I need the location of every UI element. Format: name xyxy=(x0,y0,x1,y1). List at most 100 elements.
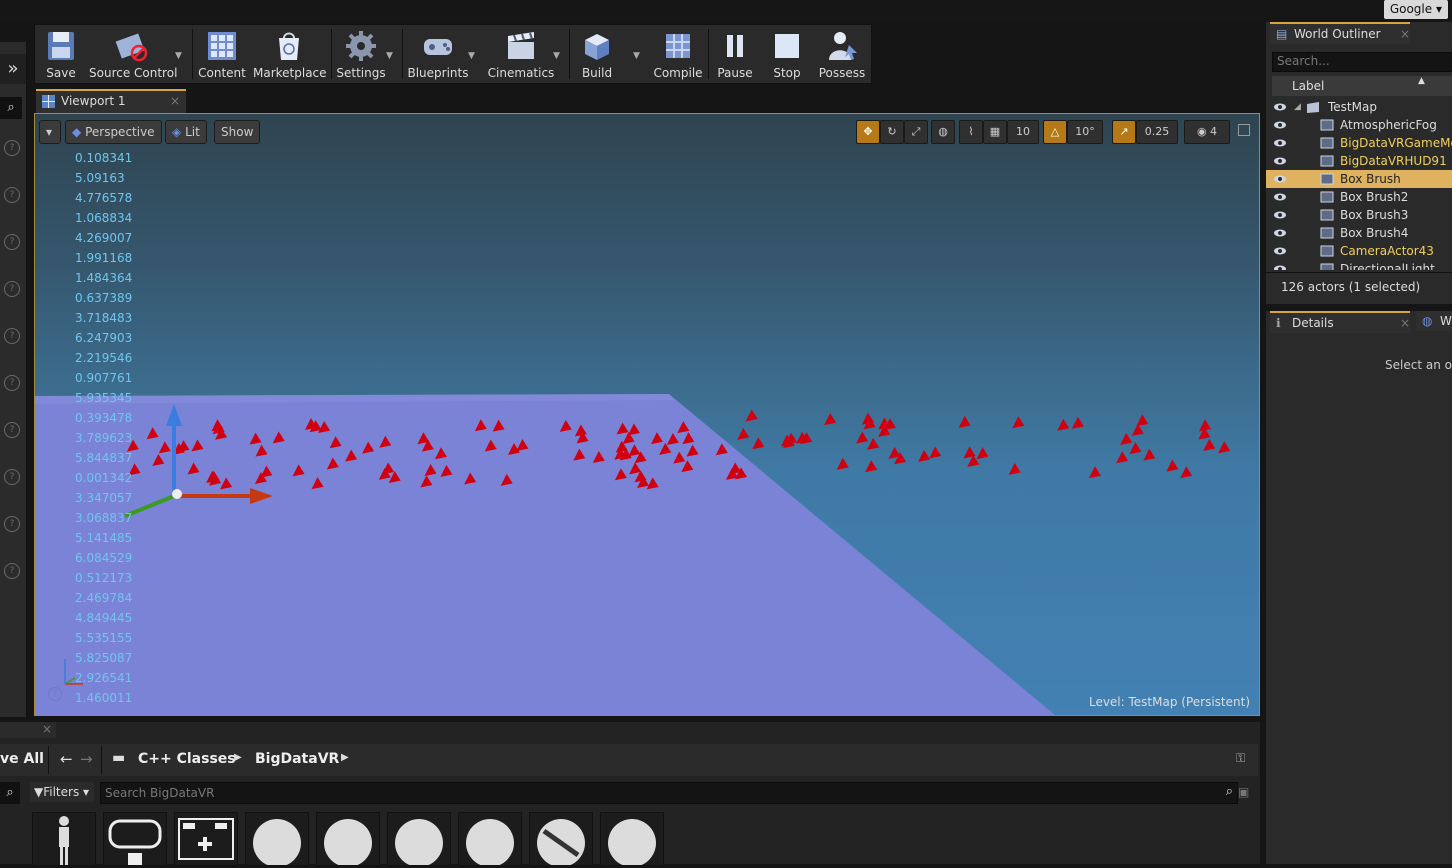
sort-icon[interactable]: ▲ xyxy=(1418,76,1425,86)
search-icon[interactable]: ⌕ xyxy=(1226,784,1233,799)
show-button[interactable]: Show xyxy=(214,120,261,144)
close-icon[interactable]: × xyxy=(1400,313,1410,333)
outliner-row[interactable]: DirectionalLight xyxy=(1266,260,1452,270)
help-icon[interactable]: ? xyxy=(4,328,20,344)
surface-snap-icon[interactable]: ⌇ xyxy=(959,120,983,144)
source-control-button[interactable]: Source Control xyxy=(89,25,177,83)
asset-search-input[interactable]: Search BigDataVR ⌕ xyxy=(100,782,1238,804)
help-icon[interactable]: ? xyxy=(4,563,20,579)
forward-arrow-icon[interactable]: → xyxy=(80,750,93,768)
viewport-options-button[interactable]: ▾ xyxy=(39,120,61,144)
source-control-dropdown-icon[interactable]: ▼ xyxy=(175,51,182,61)
perspective-button[interactable]: ◆ Perspective xyxy=(65,120,162,144)
google-profile-button[interactable]: Google ▾ xyxy=(1383,0,1448,19)
outliner-row[interactable]: BigDataVRHUD91 xyxy=(1266,152,1452,170)
save-button[interactable]: Save xyxy=(39,25,83,83)
search-icon[interactable]: ⌕ xyxy=(0,782,20,804)
outliner-row[interactable]: Box Brush2 xyxy=(1266,188,1452,206)
breadcrumb-chevron-icon[interactable]: ▶ xyxy=(234,752,242,763)
lock-icon[interactable]: ⚿ xyxy=(1236,751,1245,766)
settings-dropdown-icon[interactable]: ▼ xyxy=(386,51,393,61)
scale-snap-value[interactable]: 0.25 xyxy=(1136,120,1178,144)
settings-button[interactable]: Settings xyxy=(335,25,387,83)
visibility-eye-icon[interactable] xyxy=(1274,191,1286,203)
asset-actor-thumbnail[interactable] xyxy=(316,812,380,867)
back-arrow-icon[interactable]: ← xyxy=(60,750,73,768)
visibility-eye-icon[interactable] xyxy=(1274,101,1286,113)
rotate-mode-icon[interactable]: ↻ xyxy=(880,120,904,144)
help-icon[interactable]: ? xyxy=(4,234,20,250)
marketplace-button[interactable]: Marketplace xyxy=(253,25,327,83)
help-icon[interactable]: ? xyxy=(4,422,20,438)
visibility-eye-icon[interactable] xyxy=(1274,263,1286,270)
filters-button[interactable]: ▼Filters ▾ xyxy=(30,782,94,802)
viewport-tab[interactable]: Viewport 1 × xyxy=(36,89,186,113)
asset-actor-thumbnail[interactable] xyxy=(387,812,451,867)
asset-actor-thumbnail[interactable] xyxy=(458,812,522,867)
visibility-eye-icon[interactable] xyxy=(1274,245,1286,257)
lit-button[interactable]: ◈ Lit xyxy=(165,120,207,144)
outliner-row[interactable]: Box Brush4 xyxy=(1266,224,1452,242)
visibility-eye-icon[interactable] xyxy=(1274,137,1286,149)
close-icon[interactable]: × xyxy=(170,94,180,108)
world-settings-tab[interactable]: ◍ W xyxy=(1416,311,1452,331)
outliner-column-header[interactable]: Label ▲ xyxy=(1272,76,1452,96)
build-button[interactable]: Build xyxy=(575,25,619,83)
rotation-snap-value[interactable]: 10° xyxy=(1067,120,1103,144)
visibility-eye-icon[interactable] xyxy=(1274,155,1286,167)
asset-actor-thumbnail[interactable] xyxy=(245,812,309,867)
help-icon[interactable]: ? xyxy=(4,187,20,203)
close-icon[interactable]: × xyxy=(1400,24,1410,44)
visibility-eye-icon[interactable] xyxy=(1274,119,1286,131)
scale-snap-icon[interactable]: ↗ xyxy=(1112,120,1136,144)
cinematics-button[interactable]: Cinematics xyxy=(485,25,557,83)
outliner-row[interactable]: ◢ TestMap xyxy=(1266,98,1452,116)
rotation-snap-icon[interactable]: △ xyxy=(1043,120,1067,144)
asset-gamemode-thumbnail[interactable] xyxy=(103,812,167,866)
grid-snap-value[interactable]: 10 xyxy=(1007,120,1039,144)
help-icon[interactable]: ? xyxy=(4,140,20,156)
outliner-search-input[interactable]: Search... xyxy=(1272,52,1452,72)
asset-hud-thumbnail[interactable] xyxy=(174,812,238,866)
outliner-row[interactable]: Box Brush3 xyxy=(1266,206,1452,224)
stop-button[interactable]: Stop xyxy=(765,25,809,83)
blueprints-button[interactable]: Blueprints xyxy=(407,25,469,83)
asset-character-thumbnail[interactable] xyxy=(32,812,96,866)
visibility-eye-icon[interactable] xyxy=(1274,227,1286,239)
help-icon[interactable]: ? xyxy=(48,687,62,701)
build-dropdown-icon[interactable]: ▼ xyxy=(633,51,640,61)
help-icon[interactable]: ? xyxy=(4,281,20,297)
world-outliner-tab[interactable]: ▤ World Outliner × xyxy=(1270,22,1410,44)
search-icon[interactable]: ⌕ xyxy=(0,97,22,119)
help-icon[interactable]: ? xyxy=(4,516,20,532)
expand-arrow-icon[interactable]: ◢ xyxy=(1294,98,1301,116)
maximize-viewport-icon[interactable] xyxy=(1238,124,1250,136)
help-icon[interactable]: ? xyxy=(4,375,20,391)
compile-button[interactable]: Compile xyxy=(651,25,705,83)
save-search-icon[interactable]: ▣ xyxy=(1238,785,1249,799)
outliner-row[interactable]: Box Brush xyxy=(1266,170,1452,188)
translate-mode-icon[interactable]: ✥ xyxy=(856,120,880,144)
content-button[interactable]: Content xyxy=(197,25,247,83)
close-icon[interactable]: × xyxy=(42,722,52,736)
scale-mode-icon[interactable]: ⤢ xyxy=(904,120,928,144)
outliner-row[interactable]: AtmosphericFog xyxy=(1266,116,1452,134)
visibility-eye-icon[interactable] xyxy=(1274,173,1286,185)
level-viewport[interactable]: ▾ ◆ Perspective ◈ Lit Show ✥ ↻ ⤢ ◍ ⌇ ▦ 1… xyxy=(34,113,1260,716)
expand-panel-icon[interactable]: » xyxy=(0,54,26,84)
content-browser-tab[interactable]: × xyxy=(0,722,56,738)
visibility-eye-icon[interactable] xyxy=(1274,209,1286,221)
world-space-icon[interactable]: ◍ xyxy=(931,120,955,144)
save-all-button[interactable]: ve All xyxy=(0,751,44,767)
asset-actor-thumbnail[interactable] xyxy=(600,812,664,867)
outliner-row[interactable]: CameraActor43 xyxy=(1266,242,1452,260)
breadcrumb-cpp-classes[interactable]: C++ Classes xyxy=(138,751,236,767)
cinematics-dropdown-icon[interactable]: ▼ xyxy=(553,51,560,61)
help-icon[interactable]: ? xyxy=(4,469,20,485)
possess-button[interactable]: Possess xyxy=(815,25,869,83)
blueprints-dropdown-icon[interactable]: ▼ xyxy=(468,51,475,61)
breadcrumb-bigdatavr[interactable]: BigDataVR xyxy=(255,751,339,767)
asset-component-thumbnail[interactable] xyxy=(529,812,593,867)
camera-speed-button[interactable]: ◉ 4 xyxy=(1184,120,1230,144)
pause-button[interactable]: Pause xyxy=(713,25,757,83)
